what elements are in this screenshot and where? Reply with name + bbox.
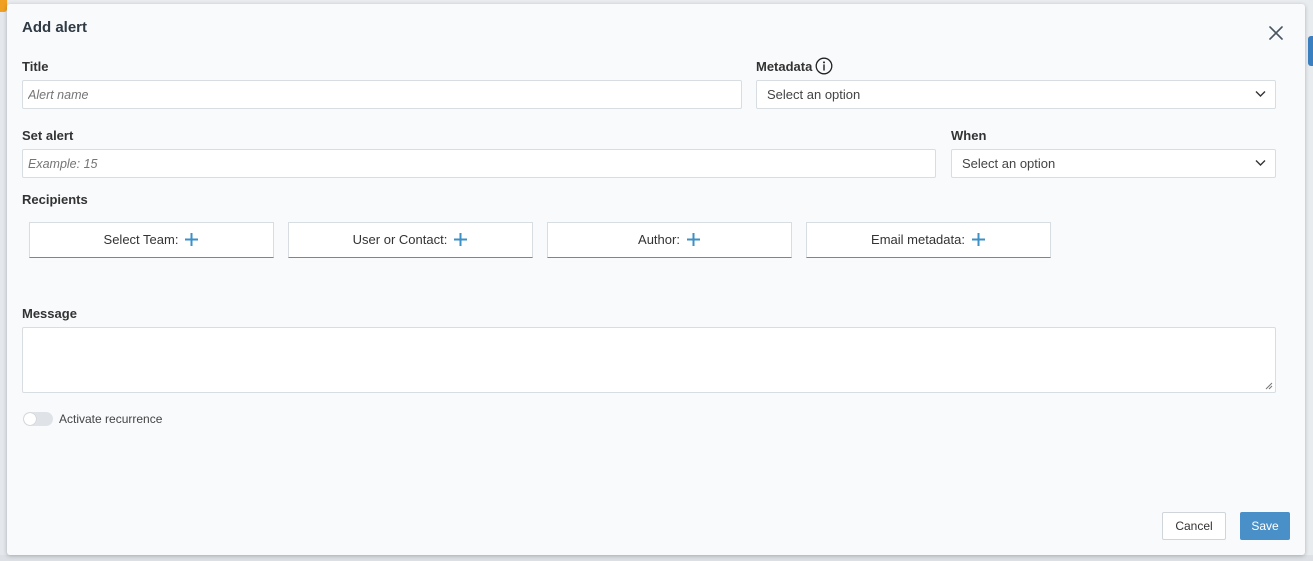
add-alert-dialog: Add alert Title Metadata Select an optio… <box>7 4 1305 555</box>
toggle-knob <box>24 413 36 425</box>
background-button-edge <box>1308 36 1313 66</box>
user-or-contact-button[interactable]: User or Contact: <box>288 222 533 258</box>
background-page-bottom <box>0 555 1313 561</box>
when-select[interactable]: Select an option <box>951 149 1276 178</box>
when-select-value: Select an option <box>962 156 1056 171</box>
background-badge <box>0 0 7 12</box>
user-or-contact-label: User or Contact: <box>352 232 448 247</box>
plus-icon <box>686 233 700 247</box>
email-metadata-button[interactable]: Email metadata: <box>806 222 1051 258</box>
plus-icon <box>185 233 199 247</box>
plus-icon <box>971 233 985 247</box>
message-textarea[interactable] <box>22 327 1276 393</box>
email-metadata-label: Email metadata: <box>871 232 965 247</box>
when-label: When <box>951 128 987 143</box>
chevron-down-icon <box>1255 160 1266 166</box>
title-label: Title <box>22 59 49 74</box>
set-alert-label: Set alert <box>22 128 74 143</box>
chevron-down-icon <box>1255 91 1266 97</box>
title-input[interactable] <box>22 80 742 109</box>
author-button[interactable]: Author: <box>547 222 792 258</box>
close-icon[interactable] <box>1267 24 1285 42</box>
plus-icon <box>454 233 468 247</box>
set-alert-input[interactable] <box>22 149 936 178</box>
select-team-button[interactable]: Select Team: <box>29 222 274 258</box>
recurrence-label: Activate recurrence <box>59 412 163 426</box>
metadata-select-value: Select an option <box>767 87 861 102</box>
author-label: Author: <box>638 232 680 247</box>
select-team-label: Select Team: <box>103 232 179 247</box>
recipients-label: Recipients <box>22 192 88 207</box>
resize-grip-icon[interactable] <box>1265 382 1273 390</box>
info-icon[interactable] <box>815 57 833 75</box>
message-label: Message <box>22 306 77 321</box>
save-button[interactable]: Save <box>1240 512 1290 540</box>
metadata-select[interactable]: Select an option <box>756 80 1276 109</box>
recurrence-toggle[interactable] <box>23 412 53 426</box>
metadata-label: Metadata <box>756 59 813 74</box>
dialog-title: Add alert <box>22 19 88 36</box>
cancel-button[interactable]: Cancel <box>1162 512 1226 540</box>
